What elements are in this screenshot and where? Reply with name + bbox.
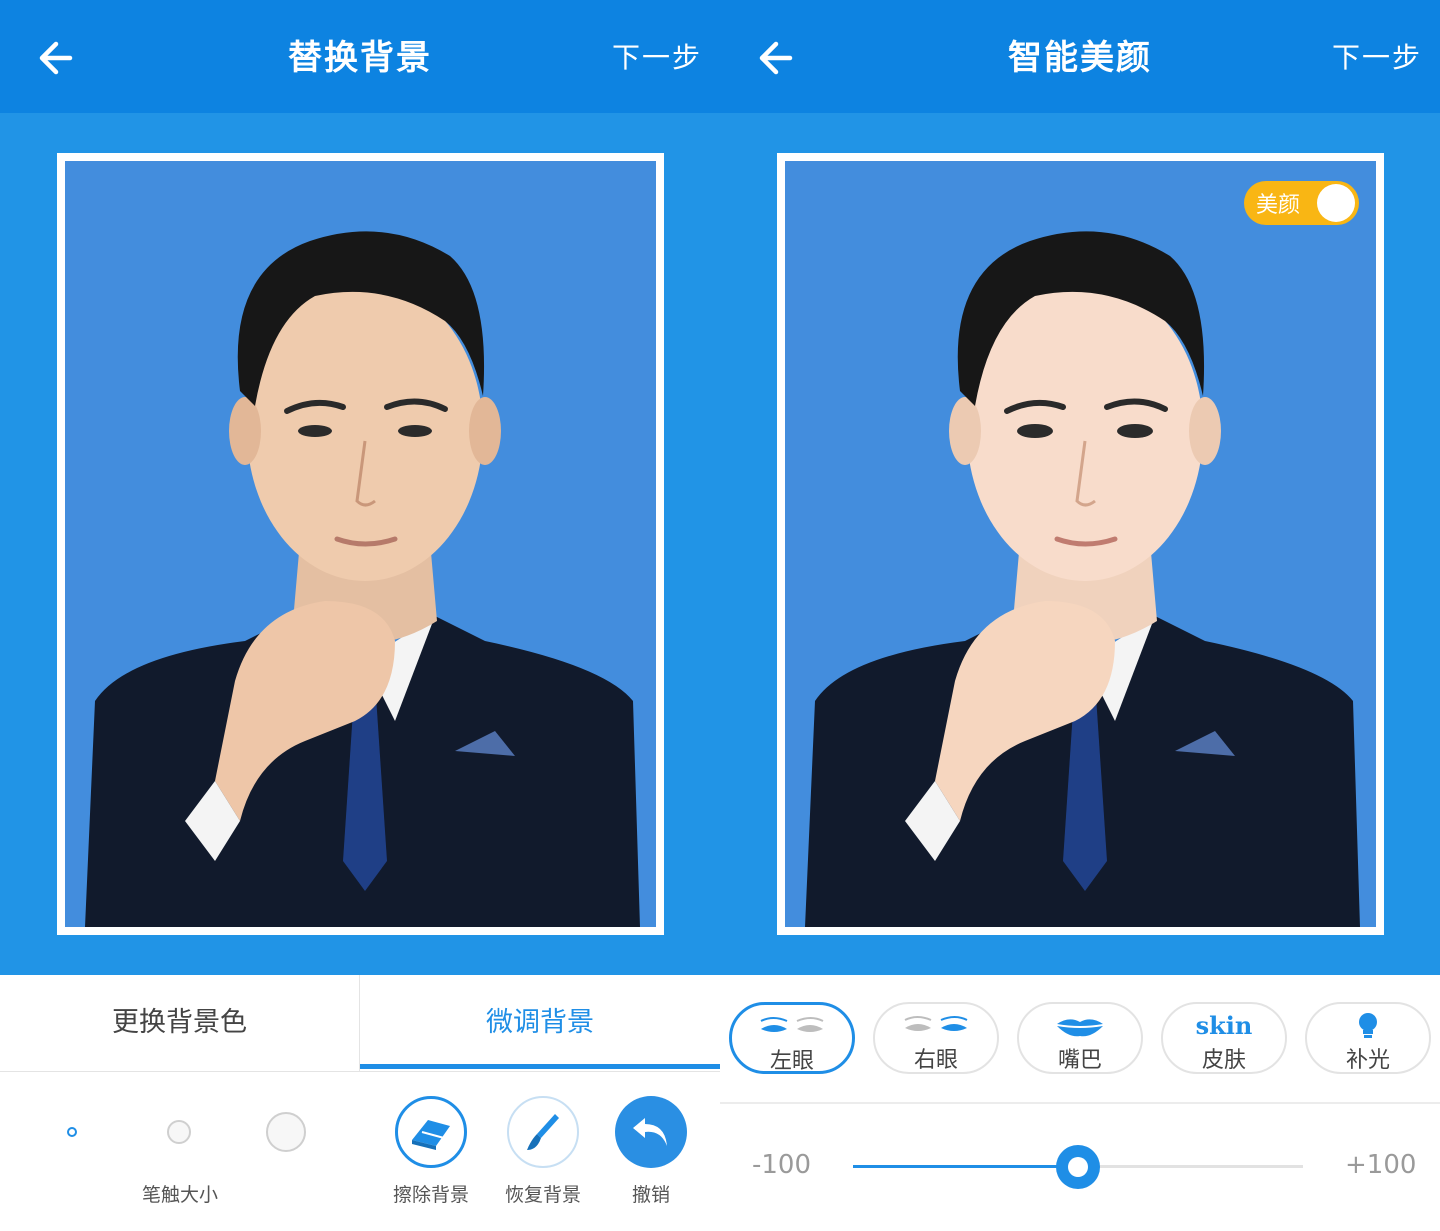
- lips-icon: [1057, 1019, 1103, 1037]
- portrait-photo: [65, 161, 656, 927]
- brush-size-label: 笔触大小: [141, 1184, 218, 1206]
- feature-right-eye-label: 右眼: [913, 1048, 958, 1073]
- paintbrush-icon: [527, 1114, 559, 1150]
- photo-frame[interactable]: [777, 153, 1384, 935]
- right-eye-icon: [904, 1016, 968, 1031]
- tab-fine-tune-bg[interactable]: 微调背景: [360, 975, 720, 1071]
- photo-stage: [0, 113, 720, 975]
- erase-background-button[interactable]: 擦除背景: [386, 1096, 476, 1207]
- beauty-toggle-label: 美颜: [1256, 193, 1301, 218]
- feature-skin-label: 皮肤: [1201, 1048, 1246, 1073]
- top-bar: 替换背景 下一步: [0, 0, 720, 113]
- feature-fill-light[interactable]: 补光: [1305, 1002, 1431, 1074]
- toggle-knob: [1317, 184, 1355, 222]
- undo-button[interactable]: 撤销: [606, 1096, 696, 1207]
- tab-change-bg-color[interactable]: 更换背景色: [0, 975, 360, 1071]
- divider: [720, 1102, 1440, 1104]
- feature-skin[interactable]: skin 皮肤: [1161, 1002, 1287, 1074]
- feature-fill-light-label: 补光: [1345, 1048, 1390, 1073]
- restore-background-label: 恢复背景: [504, 1184, 581, 1206]
- erase-background-label: 擦除背景: [392, 1184, 469, 1206]
- photo-frame[interactable]: [57, 153, 664, 935]
- tab-fine-tune-bg-label: 微调背景: [486, 1007, 594, 1038]
- slider-thumb[interactable]: [1056, 1145, 1100, 1189]
- back-button[interactable]: [750, 30, 806, 86]
- replace-background-screen: 替换背景 下一步 更换背景色 微调背景 笔触大小 擦除背景 恢复背景 撤销: [0, 0, 720, 1231]
- back-arrow-icon: [39, 41, 73, 75]
- mode-tabs: 更换背景色 微调背景: [0, 975, 720, 1072]
- skin-icon: skin: [1195, 1011, 1253, 1040]
- portrait-photo: [785, 161, 1376, 927]
- back-arrow-icon: [759, 41, 793, 75]
- feature-mouth[interactable]: 嘴巴: [1017, 1002, 1143, 1074]
- active-tab-indicator: [360, 1064, 720, 1069]
- slider-max-label: +100: [1345, 1150, 1417, 1180]
- next-step-button[interactable]: 下一步: [1332, 36, 1422, 76]
- light-bulb-icon: [1359, 1013, 1377, 1038]
- next-step-button[interactable]: 下一步: [612, 36, 702, 76]
- eraser-icon: [412, 1120, 450, 1150]
- feature-right-eye[interactable]: 右眼: [873, 1002, 999, 1074]
- left-eye-icon: [760, 1017, 824, 1032]
- restore-background-button[interactable]: 恢复背景: [498, 1096, 588, 1207]
- undo-icon: [633, 1118, 667, 1146]
- brush-size-small[interactable]: [67, 1127, 77, 1137]
- beauty-toggle[interactable]: 美颜: [1244, 181, 1359, 225]
- undo-label: 撤销: [631, 1184, 670, 1206]
- top-bar: 智能美颜 下一步: [720, 0, 1440, 113]
- back-button[interactable]: [30, 30, 86, 86]
- feature-mouth-label: 嘴巴: [1057, 1048, 1102, 1073]
- intensity-slider[interactable]: [853, 1145, 1303, 1189]
- photo-stage: [720, 113, 1440, 975]
- feature-left-eye-label: 左眼: [769, 1049, 814, 1074]
- slider-fill: [853, 1165, 1078, 1168]
- brush-size-large[interactable]: [266, 1112, 306, 1152]
- slider-min-label: -100: [752, 1150, 812, 1180]
- feature-left-eye[interactable]: 左眼: [729, 1002, 855, 1074]
- brush-size-medium[interactable]: [167, 1120, 191, 1144]
